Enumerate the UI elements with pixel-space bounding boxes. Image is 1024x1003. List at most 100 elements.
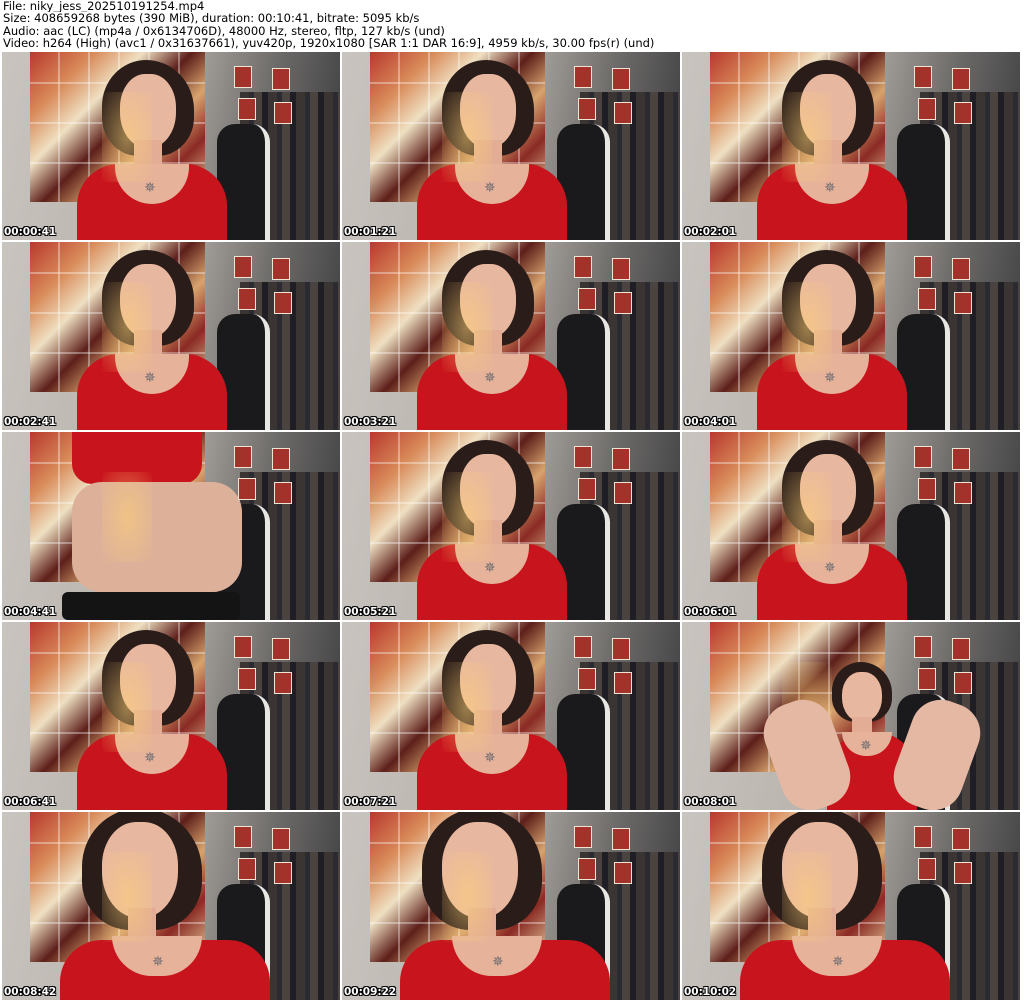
thumbnail-frame[interactable]: ✵ 00:10:02 bbox=[682, 812, 1020, 1000]
thumbnail-frame[interactable]: ✵ 00:08:01 bbox=[682, 622, 1020, 810]
small-poster bbox=[952, 448, 970, 470]
file-info-header: File: niky_jess_202510191254.mp4 Size: 4… bbox=[3, 0, 1021, 52]
small-poster bbox=[914, 66, 932, 88]
small-poster bbox=[578, 98, 596, 120]
small-poster bbox=[612, 638, 630, 660]
small-poster bbox=[914, 256, 932, 278]
small-poster bbox=[914, 446, 932, 468]
small-poster bbox=[238, 858, 256, 880]
star-pendant-icon: ✵ bbox=[144, 180, 156, 196]
small-poster bbox=[574, 826, 592, 848]
star-pendant-icon: ✵ bbox=[152, 954, 164, 970]
star-pendant-icon: ✵ bbox=[144, 370, 156, 386]
light-flare bbox=[442, 662, 492, 752]
small-poster bbox=[952, 68, 970, 90]
small-poster bbox=[574, 636, 592, 658]
thumbnail-frame[interactable]: ✵ 00:09:22 bbox=[342, 812, 680, 1000]
small-poster bbox=[914, 826, 932, 848]
timestamp-label: 00:07:21 bbox=[344, 796, 397, 808]
light-flare bbox=[782, 92, 832, 182]
light-flare bbox=[442, 852, 492, 942]
thumbnail-frame[interactable]: ✵ 00:06:41 bbox=[2, 622, 340, 810]
small-poster bbox=[952, 828, 970, 850]
small-poster bbox=[274, 292, 292, 314]
small-poster bbox=[234, 256, 252, 278]
timestamp-label: 00:08:01 bbox=[684, 796, 737, 808]
thumbnail-frame[interactable]: ✵ 00:03:21 bbox=[342, 242, 680, 430]
timestamp-label: 00:04:41 bbox=[4, 606, 57, 618]
small-poster bbox=[574, 446, 592, 468]
timestamp-label: 00:00:41 bbox=[4, 226, 57, 238]
small-poster bbox=[614, 862, 632, 884]
small-poster bbox=[612, 258, 630, 280]
thumbnail-frame[interactable]: ✵ 00:02:01 bbox=[682, 52, 1020, 240]
small-poster bbox=[272, 638, 290, 660]
small-poster bbox=[612, 828, 630, 850]
file-name-line: File: niky_jess_202510191254.mp4 bbox=[3, 0, 205, 13]
timestamp-label: 00:01:21 bbox=[344, 226, 397, 238]
thumbnail-frame[interactable]: ✵ 00:01:21 bbox=[342, 52, 680, 240]
small-poster bbox=[274, 672, 292, 694]
small-poster bbox=[238, 288, 256, 310]
small-poster bbox=[274, 102, 292, 124]
person-chest bbox=[72, 482, 242, 592]
small-poster bbox=[918, 668, 936, 690]
small-poster bbox=[578, 858, 596, 880]
light-flare bbox=[102, 852, 152, 942]
star-pendant-icon: ✵ bbox=[484, 560, 496, 576]
star-pendant-icon: ✵ bbox=[832, 954, 844, 970]
timestamp-label: 00:10:02 bbox=[684, 986, 737, 998]
small-poster bbox=[918, 858, 936, 880]
black-waistband bbox=[62, 592, 240, 620]
small-poster bbox=[614, 102, 632, 124]
star-pendant-icon: ✵ bbox=[824, 180, 836, 196]
small-poster bbox=[574, 66, 592, 88]
small-poster bbox=[614, 292, 632, 314]
timestamp-label: 00:06:41 bbox=[4, 796, 57, 808]
small-poster bbox=[272, 828, 290, 850]
thumbnail-frame[interactable]: ✵ 00:05:21 bbox=[342, 432, 680, 620]
small-poster bbox=[578, 288, 596, 310]
timestamp-label: 00:06:01 bbox=[684, 606, 737, 618]
star-pendant-icon: ✵ bbox=[484, 750, 496, 766]
small-poster bbox=[954, 102, 972, 124]
small-poster bbox=[954, 862, 972, 884]
thumbnail-frame[interactable]: ✵00:04:41 bbox=[2, 432, 340, 620]
light-flare bbox=[102, 662, 152, 752]
star-pendant-icon: ✵ bbox=[824, 560, 836, 576]
thumbnail-frame[interactable]: ✵ 00:02:41 bbox=[2, 242, 340, 430]
audio-info-line: Audio: aac (LC) (mp4a / 0x6134706D), 480… bbox=[3, 24, 445, 37]
light-flare bbox=[102, 472, 152, 562]
light-flare bbox=[442, 92, 492, 182]
star-pendant-icon: ✵ bbox=[144, 750, 156, 766]
small-poster bbox=[614, 672, 632, 694]
timestamp-label: 00:05:21 bbox=[344, 606, 397, 618]
small-poster bbox=[914, 636, 932, 658]
thumbnail-frame[interactable]: ✵ 00:00:41 bbox=[2, 52, 340, 240]
small-poster bbox=[918, 478, 936, 500]
video-info-line: Video: h264 (High) (avc1 / 0x31637661), … bbox=[3, 36, 655, 50]
small-poster bbox=[234, 446, 252, 468]
small-poster bbox=[578, 668, 596, 690]
thumbnail-frame[interactable]: ✵ 00:04:01 bbox=[682, 242, 1020, 430]
light-flare bbox=[782, 852, 832, 942]
thumbnail-frame[interactable]: ✵ 00:06:01 bbox=[682, 432, 1020, 620]
small-poster bbox=[952, 638, 970, 660]
thumbnail-grid: ✵ 00:00:41 ✵ 00:01:21 ✵ 00:02:01 ✵ 00:02:41 ✵ 00:… bbox=[2, 52, 1020, 1000]
thumbnail-frame[interactable]: ✵ 00:08:42 bbox=[2, 812, 340, 1000]
small-poster bbox=[954, 672, 972, 694]
timestamp-label: 00:03:21 bbox=[344, 416, 397, 428]
small-poster bbox=[578, 478, 596, 500]
small-poster bbox=[574, 256, 592, 278]
small-poster bbox=[238, 668, 256, 690]
person-face bbox=[842, 672, 882, 722]
small-poster bbox=[954, 482, 972, 504]
small-poster bbox=[234, 66, 252, 88]
small-poster bbox=[272, 448, 290, 470]
file-size-line: Size: 408659268 bytes (390 MiB), duratio… bbox=[3, 12, 420, 25]
light-flare bbox=[442, 282, 492, 372]
star-pendant-icon: ✵ bbox=[824, 370, 836, 386]
thumbnail-frame[interactable]: ✵ 00:07:21 bbox=[342, 622, 680, 810]
star-pendant-icon: ✵ bbox=[860, 738, 872, 754]
small-poster bbox=[954, 292, 972, 314]
